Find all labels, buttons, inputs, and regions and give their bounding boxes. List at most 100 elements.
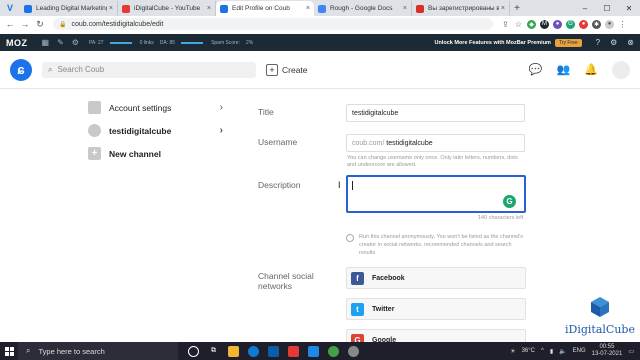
coub-header: ɕ ⌕ Search Coub + Create 💬 👥 🔔 xyxy=(0,51,640,89)
tab-search-icon[interactable]: V xyxy=(0,0,20,16)
title-input[interactable]: testidigitalcube xyxy=(346,104,525,122)
social-facebook-button[interactable]: f Facebook xyxy=(346,267,526,289)
extension-moz-icon[interactable]: M xyxy=(540,19,549,29)
clock[interactable]: 00:55 13-07-2021 xyxy=(592,344,623,358)
tab-close-icon[interactable]: × xyxy=(306,5,310,12)
weather-icon[interactable]: ☀ xyxy=(510,348,515,355)
idigitalcube-watermark: iDigitalCube xyxy=(565,296,635,336)
volume-icon[interactable]: 🔈 xyxy=(559,348,566,355)
tray-arrow-icon[interactable]: ^ xyxy=(541,348,544,354)
tab-label: Rough - Google Docs xyxy=(330,5,393,12)
search-input[interactable]: ⌕ Search Coub xyxy=(42,61,256,78)
edge-icon[interactable] xyxy=(248,345,259,357)
grammarly-icon[interactable]: G xyxy=(503,195,516,208)
menu-kebab-icon[interactable]: ⋮ xyxy=(618,20,627,29)
bookmark-star-icon[interactable]: ☆ xyxy=(514,20,523,29)
app-blue-icon[interactable] xyxy=(308,345,319,357)
tab-close-icon[interactable]: × xyxy=(501,5,505,12)
minimize-icon[interactable]: – xyxy=(574,0,596,16)
browser-tab[interactable]: Rough - Google Docs × xyxy=(314,1,412,16)
moz-page-analysis-icon[interactable]: ▦ xyxy=(42,38,50,47)
header-icons: 💬 👥 🔔 xyxy=(529,60,630,79)
settings-menu: Account settings › testidigitalcube › + … xyxy=(88,96,223,165)
social-networks-label: Channel social networks xyxy=(258,271,314,291)
community-icon[interactable]: 👥 xyxy=(557,63,571,76)
browser-tab[interactable]: Вы зарегистрированы в с × xyxy=(412,1,510,16)
menu-account-settings[interactable]: Account settings › xyxy=(88,96,223,119)
tab-close-icon[interactable]: × xyxy=(403,5,407,12)
tab-close-icon[interactable]: × xyxy=(207,5,211,12)
tab-label: Вы зарегистрированы в с xyxy=(428,5,499,12)
language[interactable]: ENG xyxy=(573,348,586,354)
lock-icon[interactable]: 🔒 xyxy=(59,21,66,28)
facebook-icon: f xyxy=(351,271,364,285)
anonymous-checkbox[interactable] xyxy=(346,234,354,242)
menu-new-channel[interactable]: + New channel xyxy=(88,142,223,165)
cortana-icon[interactable] xyxy=(188,345,199,357)
tab-close-icon[interactable]: × xyxy=(109,5,113,12)
search-icon: ⌕ xyxy=(26,346,31,355)
url-text: coub.com/testidigitalcube/edit xyxy=(71,20,164,28)
close-window-icon[interactable]: ✕ xyxy=(618,0,640,16)
username-label: Username xyxy=(258,137,298,147)
username-value: testidigitalcube xyxy=(386,139,433,147)
channel-avatar-icon xyxy=(88,124,101,137)
file-explorer-icon[interactable] xyxy=(228,345,239,357)
moz-tools: ▦ ✎ ⚙ xyxy=(42,38,79,47)
extension-icons: ⇪ ☆ ◆ M ● G ● ✱ ● ⋮ xyxy=(501,19,627,29)
create-button[interactable]: + Create xyxy=(266,63,308,76)
moz-pa-bar xyxy=(109,41,132,44)
description-textarea[interactable]: G xyxy=(346,175,526,213)
social-twitter-button[interactable]: t Twitter xyxy=(346,298,526,320)
network-icon[interactable]: ▮ xyxy=(550,348,553,355)
moz-try-free-button[interactable]: Try Free xyxy=(554,38,582,47)
social-label: Facebook xyxy=(372,274,405,282)
maximize-icon[interactable]: ☐ xyxy=(596,0,618,16)
profile-avatar-icon[interactable]: ● xyxy=(605,19,614,29)
moz-highlight-icon[interactable]: ✎ xyxy=(57,38,64,47)
moz-spam-value: 2% xyxy=(245,39,254,46)
moz-promo-text: Unlock More Features with MozBar Premium xyxy=(434,39,551,46)
moz-help-icon[interactable]: ? xyxy=(596,38,600,47)
username-input[interactable]: coub.com/ testidigitalcube xyxy=(346,134,525,152)
avatar[interactable] xyxy=(612,60,630,79)
chrome-icon[interactable] xyxy=(328,345,339,357)
taskbar-search-input[interactable]: ⌕ Type here to search xyxy=(18,342,178,360)
windows-start-icon[interactable] xyxy=(0,342,18,360)
taskbar-apps: ⧉ xyxy=(188,345,359,357)
browser-tab[interactable]: Leading Digital Marketing × xyxy=(20,1,118,16)
app-gray-icon[interactable] xyxy=(348,345,359,357)
text-cursor-icon: I xyxy=(338,180,341,190)
moz-settings-icon[interactable]: ⚙ xyxy=(72,38,79,47)
windows-taskbar: ⌕ Type here to search ⧉ ☀ 36°C ^ ▮ 🔈 ENG… xyxy=(0,342,640,360)
notifications-icon[interactable]: ▭ xyxy=(628,348,634,355)
extensions-puzzle-icon[interactable]: ✱ xyxy=(592,19,601,29)
title-value: testidigitalcube xyxy=(352,109,399,117)
coub-logo[interactable]: ɕ xyxy=(10,58,32,81)
chat-icon[interactable]: 💬 xyxy=(529,63,543,76)
anonymous-text: Run this channel anonymously. You won't … xyxy=(359,234,524,256)
extension-green-icon[interactable]: ◆ xyxy=(527,19,536,29)
moz-right-icons: ? ⚙ ⊗ xyxy=(596,38,634,47)
url-field[interactable]: 🔒 coub.com/testidigitalcube/edit xyxy=(53,18,493,30)
forward-icon[interactable]: → xyxy=(19,19,31,29)
moz-logo[interactable]: MOZ xyxy=(6,38,28,48)
store-icon[interactable] xyxy=(268,345,279,357)
reload-icon[interactable]: ↻ xyxy=(34,19,46,30)
notifications-bell-icon[interactable]: 🔔 xyxy=(584,63,598,76)
menu-channel-testidigitalcube[interactable]: testidigitalcube › xyxy=(88,119,223,142)
mozbar: MOZ ▦ ✎ ⚙ PA: 27 0 links DA: 85 Spam Sco… xyxy=(0,34,640,51)
description-label: Description xyxy=(258,180,301,190)
back-icon[interactable]: ← xyxy=(4,19,16,29)
moz-close-icon[interactable]: ⊗ xyxy=(627,38,634,47)
app-red-icon[interactable] xyxy=(288,345,299,357)
extension-red-icon[interactable]: ● xyxy=(579,19,588,29)
share-icon[interactable]: ⇪ xyxy=(501,20,510,29)
new-tab-button[interactable]: + xyxy=(510,1,524,16)
browser-tab[interactable]: iDigitalCube - YouTube × xyxy=(118,1,216,16)
browser-tab[interactable]: Edit Profile on Coub × xyxy=(216,1,314,16)
extension-grammarly-icon[interactable]: G xyxy=(566,19,575,29)
task-view-icon[interactable]: ⧉ xyxy=(208,346,219,357)
extension-purple-icon[interactable]: ● xyxy=(553,19,562,29)
moz-gear-icon[interactable]: ⚙ xyxy=(610,38,617,47)
